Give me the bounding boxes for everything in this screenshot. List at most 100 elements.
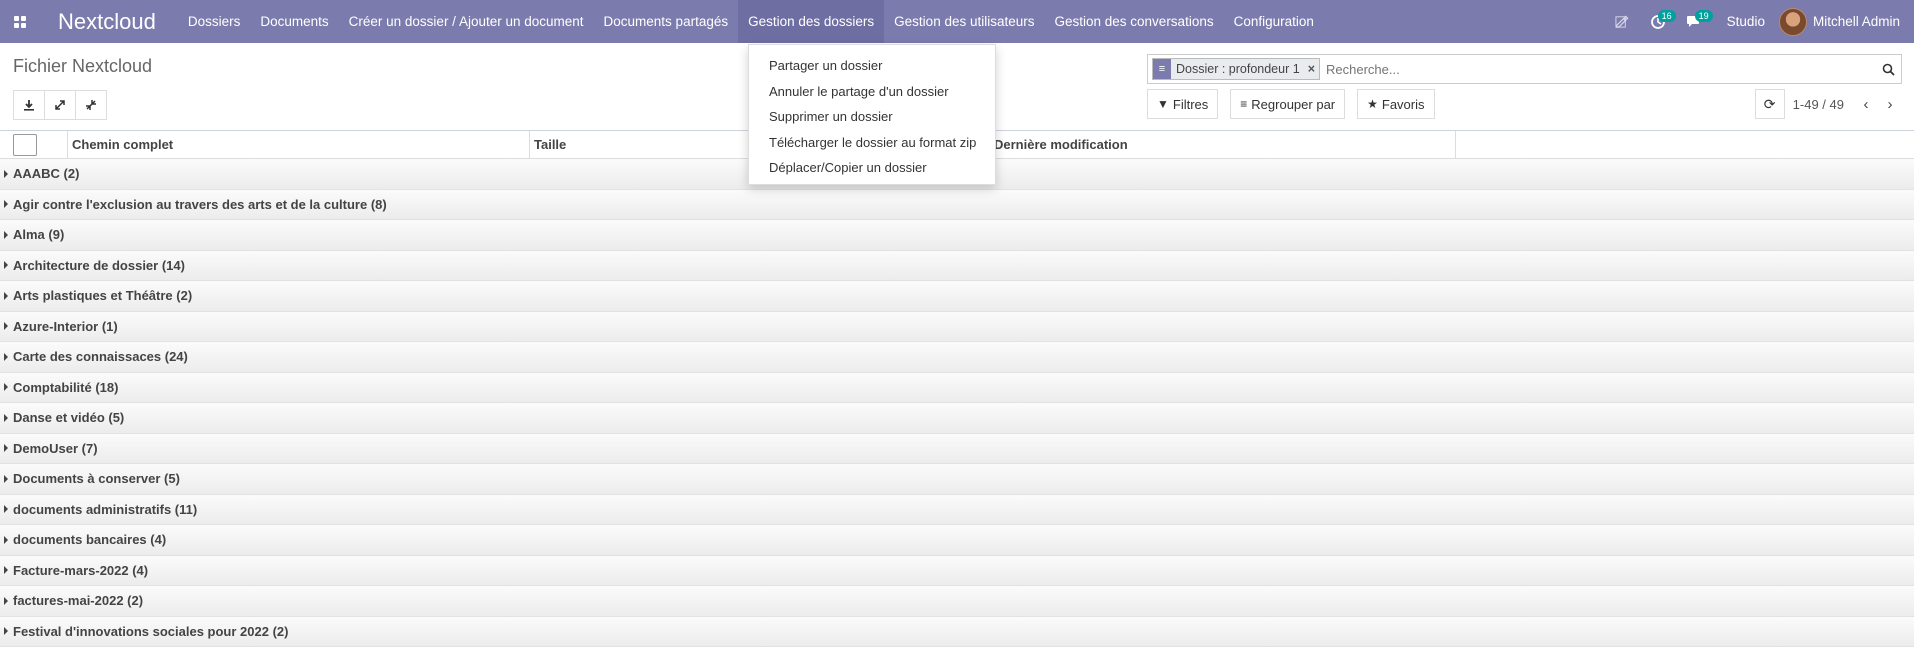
group-row[interactable]: Festival d'innovations sociales pour 202… — [0, 617, 1914, 647]
activity-clock-icon[interactable]: 16 — [1640, 0, 1676, 43]
caret-right-icon — [4, 536, 8, 544]
edit-icon[interactable] — [1605, 0, 1640, 43]
group-label: Documents à conserver (5) — [13, 471, 180, 486]
group-row[interactable]: documents administratifs (11) — [0, 495, 1914, 526]
caret-right-icon — [4, 414, 8, 422]
search-facet[interactable]: ≡ Dossier : profondeur 1 × — [1152, 58, 1320, 80]
pager: ⟳ 1-49 / 49 ‹ › — [1755, 89, 1902, 119]
caret-right-icon — [4, 353, 8, 361]
group-label: DemoUser (7) — [13, 441, 98, 456]
group-row[interactable]: Facture-mars-2022 (4) — [0, 556, 1914, 587]
groupby-button[interactable]: ≡ Regrouper par — [1230, 89, 1345, 119]
caret-right-icon — [4, 292, 8, 300]
caret-right-icon — [4, 627, 8, 635]
group-label: Comptabilité (18) — [13, 380, 118, 395]
menu-gestion-utilisateurs[interactable]: Gestion des utilisateurs — [884, 0, 1044, 43]
pager-previous-icon[interactable]: ‹ — [1854, 96, 1878, 113]
group-row[interactable]: documents bancaires (4) — [0, 525, 1914, 556]
download-button[interactable] — [13, 90, 45, 120]
collapse-icon — [85, 99, 97, 111]
search-input[interactable] — [1324, 61, 1875, 78]
main-menu: Dossiers Documents Créer un dossier / Aj… — [178, 0, 1324, 43]
dropdown-item-telecharger-zip[interactable]: Télécharger le dossier au format zip — [749, 130, 995, 156]
group-label: Danse et vidéo (5) — [13, 410, 124, 425]
menu-configuration[interactable]: Configuration — [1224, 0, 1324, 43]
menu-documents[interactable]: Documents — [250, 0, 338, 43]
dropdown-item-partager[interactable]: Partager un dossier — [749, 53, 995, 79]
star-icon: ★ — [1367, 97, 1378, 111]
select-all-cell — [0, 131, 68, 158]
menu-dossiers[interactable]: Dossiers — [178, 0, 251, 43]
group-label: Arts plastiques et Théâtre (2) — [13, 288, 192, 303]
filters-label: Filtres — [1173, 97, 1208, 112]
caret-right-icon — [4, 200, 8, 208]
group-label: Facture-mars-2022 (4) — [13, 563, 148, 578]
dropdown-item-annuler-partage[interactable]: Annuler le partage d'un dossier — [749, 79, 995, 105]
activity-badge: 16 — [1658, 10, 1676, 22]
group-label: AAABC (2) — [13, 166, 79, 181]
group-label: Architecture de dossier (14) — [13, 258, 185, 273]
column-header-last-modified[interactable]: Dernière modification — [990, 131, 1456, 158]
dropdown-item-supprimer[interactable]: Supprimer un dossier — [749, 104, 995, 130]
caret-right-icon — [4, 475, 8, 483]
download-icon — [23, 99, 35, 111]
pager-next-icon[interactable]: › — [1878, 96, 1902, 113]
studio-button[interactable]: Studio — [1713, 14, 1779, 29]
list-toolbar — [13, 90, 107, 120]
messages-badge: 19 — [1695, 10, 1713, 22]
group-row[interactable]: Azure-Interior (1) — [0, 312, 1914, 343]
group-row[interactable]: Documents à conserver (5) — [0, 464, 1914, 495]
search-bar: ≡ Dossier : profondeur 1 × — [1147, 54, 1902, 84]
user-avatar — [1779, 8, 1807, 36]
group-row[interactable]: Danse et vidéo (5) — [0, 403, 1914, 434]
facet-label: Dossier : profondeur 1 — [1171, 62, 1304, 76]
collapse-button[interactable] — [76, 90, 107, 120]
filters-button[interactable]: ▼ Filtres — [1147, 89, 1218, 119]
top-navbar: Nextcloud Dossiers Documents Créer un do… — [0, 0, 1914, 43]
group-row[interactable]: Arts plastiques et Théâtre (2) — [0, 281, 1914, 312]
group-label: Festival d'innovations sociales pour 202… — [13, 624, 288, 639]
page-title: Fichier Nextcloud — [13, 56, 152, 77]
column-header-path[interactable]: Chemin complet — [68, 131, 530, 158]
messages-icon[interactable]: 19 — [1676, 0, 1713, 43]
user-name: Mitchell Admin — [1813, 14, 1900, 29]
group-row[interactable]: DemoUser (7) — [0, 434, 1914, 465]
group-label: documents bancaires (4) — [13, 532, 166, 547]
caret-right-icon — [4, 566, 8, 574]
group-row[interactable]: factures-mai-2022 (2) — [0, 586, 1914, 617]
group-label: Carte des connaissaces (24) — [13, 349, 188, 364]
caret-right-icon — [4, 383, 8, 391]
apps-menu-icon[interactable] — [0, 0, 40, 43]
group-row[interactable]: Architecture de dossier (14) — [0, 251, 1914, 282]
favorites-label: Favoris — [1382, 97, 1425, 112]
menu-creer-dossier[interactable]: Créer un dossier / Ajouter un document — [339, 0, 594, 43]
group-row[interactable]: Alma (9) — [0, 220, 1914, 251]
caret-right-icon — [4, 261, 8, 269]
menu-documents-partages[interactable]: Documents partagés — [594, 0, 739, 43]
bars-icon: ≡ — [1240, 97, 1247, 111]
user-menu[interactable]: Mitchell Admin — [1779, 8, 1914, 36]
group-label: factures-mai-2022 (2) — [13, 593, 143, 608]
group-label: Agir contre l'exclusion au travers des a… — [13, 197, 387, 212]
favorites-button[interactable]: ★ Favoris — [1357, 89, 1434, 119]
search-icon[interactable] — [1875, 63, 1901, 76]
select-all-checkbox[interactable] — [13, 134, 37, 156]
list-view: Chemin complet Taille Dernière modificat… — [0, 131, 1914, 647]
expand-icon — [54, 99, 66, 111]
brand-name[interactable]: Nextcloud — [58, 9, 156, 35]
expand-button[interactable] — [45, 90, 76, 120]
dropdown-item-deplacer-copier[interactable]: Déplacer/Copier un dossier — [749, 155, 995, 181]
group-row[interactable]: Comptabilité (18) — [0, 373, 1914, 404]
group-label: Alma (9) — [13, 227, 64, 242]
gestion-dossiers-dropdown: Partager un dossier Annuler le partage d… — [748, 44, 996, 185]
menu-gestion-dossiers[interactable]: Gestion des dossiers — [738, 0, 884, 43]
facet-remove-icon[interactable]: × — [1304, 62, 1319, 76]
group-label: Azure-Interior (1) — [13, 319, 118, 334]
group-row[interactable]: Agir contre l'exclusion au travers des a… — [0, 190, 1914, 221]
caret-right-icon — [4, 505, 8, 513]
caret-right-icon — [4, 444, 8, 452]
refresh-icon[interactable]: ⟳ — [1755, 89, 1785, 119]
pager-value[interactable]: 1-49 / 49 — [1793, 97, 1844, 112]
menu-gestion-conversations[interactable]: Gestion des conversations — [1045, 0, 1224, 43]
group-row[interactable]: Carte des connaissaces (24) — [0, 342, 1914, 373]
